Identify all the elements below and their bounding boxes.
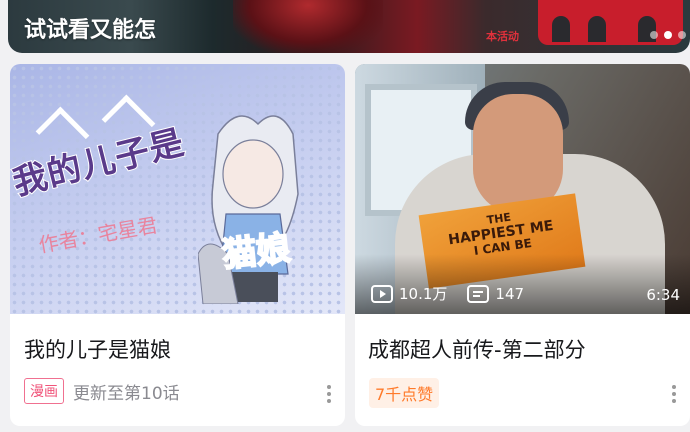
play-count-icon <box>371 284 393 303</box>
carousel-dot[interactable] <box>650 31 658 39</box>
video-duration: 6:34 <box>646 286 680 304</box>
view-count: 10.1万 <box>399 285 448 303</box>
category-badge: 漫画 <box>24 378 64 404</box>
video-thumbnail[interactable]: THE HAPPIEST ME I CAN BE 10.1万 147 6:34 <box>355 64 690 314</box>
feed-card-manga[interactable]: 我的儿子是 猫娘 作者：宅星君 我的儿子是猫娘 漫画 更新至第10话 <box>10 64 345 426</box>
manga-cover-thumbnail[interactable]: 我的儿子是 猫娘 作者：宅星君 <box>10 64 345 314</box>
card-title[interactable]: 我的儿子是猫娘 <box>24 334 171 364</box>
more-options-icon[interactable] <box>672 385 676 406</box>
cover-author-text: 作者：宅星君 <box>36 212 160 258</box>
carousel-dot[interactable] <box>678 31 686 39</box>
card-meta-row: 漫画 更新至第10话 <box>24 378 180 404</box>
banner-image-figure <box>233 0 383 53</box>
carousel-indicator <box>650 31 686 39</box>
feed-card-video[interactable]: THE HAPPIEST ME I CAN BE 10.1万 147 6:34 … <box>355 64 690 426</box>
more-options-icon[interactable] <box>327 385 331 406</box>
likes-badge: 7千点赞 <box>369 378 440 408</box>
banner-carousel[interactable]: 试试看又能怎 本活动 <box>8 0 690 53</box>
cover-cat-text: 猫娘 <box>219 228 293 277</box>
card-title[interactable]: 成都超人前传-第二部分 <box>368 334 586 364</box>
video-stats: 10.1万 147 <box>371 283 524 304</box>
banner-small-text: 本活动 <box>486 30 519 43</box>
carousel-dot-active[interactable] <box>664 31 672 39</box>
update-status: 更新至第10话 <box>73 383 180 404</box>
catgirl-illustration <box>198 115 299 304</box>
comment-count: 147 <box>495 284 525 303</box>
banner-title: 试试看又能怎 <box>24 18 157 43</box>
comment-count-icon <box>467 284 490 303</box>
card-meta-row: 7千点赞 <box>369 378 440 408</box>
